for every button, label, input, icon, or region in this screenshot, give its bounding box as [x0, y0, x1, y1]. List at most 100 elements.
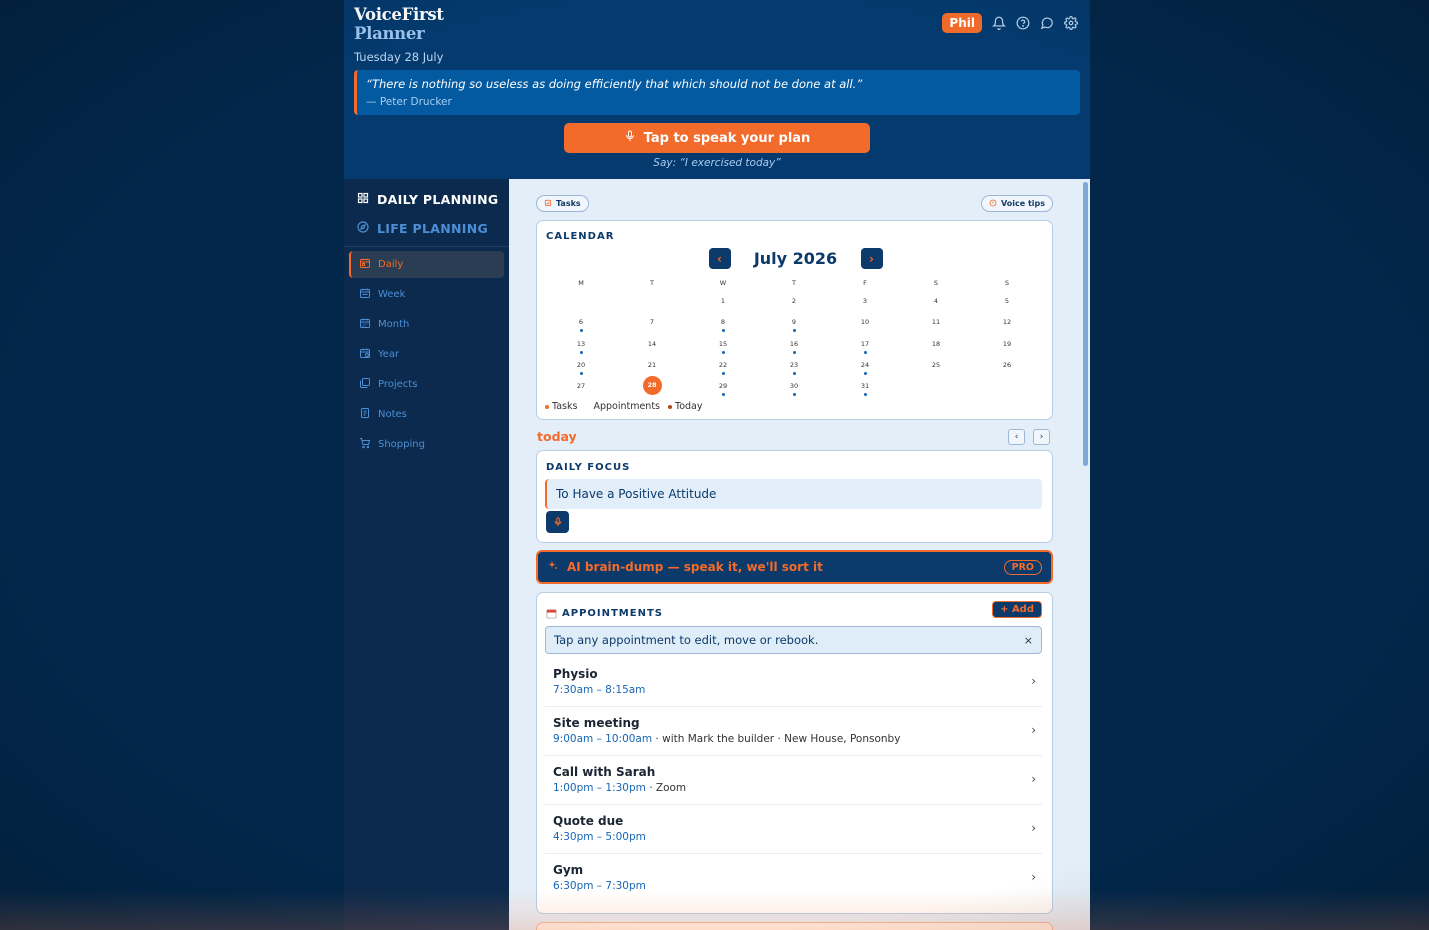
calendar-day[interactable]: 14 [642, 338, 662, 358]
tasks-pill-label: Tasks [556, 199, 581, 208]
help-icon[interactable] [1014, 14, 1032, 32]
appointment-row[interactable]: Physio 7:30am – 8:15am › [545, 658, 1042, 707]
dismiss-tip-button[interactable]: × [1024, 634, 1033, 647]
calendar-day[interactable]: 23 [784, 359, 804, 379]
calendar-day[interactable]: 18 [926, 338, 946, 358]
prev-month-button[interactable]: ‹ [708, 248, 731, 269]
weekday-label: S [933, 279, 939, 287]
calendar-day[interactable]: 2 [784, 295, 804, 315]
prev-day-button[interactable]: ‹ [1008, 429, 1025, 445]
appointment-time: 1:00pm – 1:30pm [553, 782, 646, 794]
calendar-legend: Tasks Appointments Today [545, 401, 703, 412]
appointment-row[interactable]: Site meeting 9:00am – 10:00am · with Mar… [545, 707, 1042, 756]
focus-mic-button[interactable] [546, 511, 569, 533]
sidebar-item-label: Month [378, 319, 410, 330]
calendar-month-icon [359, 317, 371, 332]
calendar-day[interactable]: 31 [855, 380, 875, 400]
next-month-button[interactable]: › [860, 248, 883, 269]
sidebar-divider [344, 246, 509, 247]
gear-icon[interactable] [1062, 14, 1080, 32]
calendar-day[interactable]: 30 [784, 380, 804, 400]
calendar-day[interactable]: 26 [997, 359, 1017, 379]
chevron-right-icon: › [1031, 674, 1036, 688]
calendar-day[interactable]: 24 [855, 359, 875, 379]
appointment-title: Site meeting [553, 716, 640, 730]
sidebar-item-shopping[interactable]: Shopping [349, 431, 504, 458]
calendar-day[interactable]: 19 [997, 338, 1017, 358]
weekday-label: F [863, 279, 867, 287]
scrollbar[interactable] [1083, 182, 1088, 466]
appointment-dot [792, 393, 796, 397]
sidebar-item-week[interactable]: Week [349, 281, 504, 308]
calendar-day[interactable]: 5 [997, 295, 1017, 315]
appointment-time: 4:30pm – 5:00pm [553, 831, 646, 843]
voice-tips-pill[interactable]: Voice tips [981, 195, 1053, 212]
calendar-day[interactable]: 7 [642, 316, 662, 336]
calendar-day[interactable]: 27 [571, 380, 591, 400]
brand-line-1: VoiceFirst [354, 5, 444, 24]
appointment-dot [792, 371, 796, 375]
bell-icon[interactable] [990, 14, 1008, 32]
legend-tasks: Tasks [545, 401, 577, 412]
appointment-dot [579, 371, 583, 375]
calendar-day[interactable]: 8 [713, 316, 733, 336]
section-label: LIFE PLANNING [377, 221, 489, 236]
chat-icon[interactable] [1038, 14, 1056, 32]
calendar-day-today[interactable]: 28 [642, 376, 662, 400]
appointment-meta: 9:00am – 10:00am · with Mark the builder… [553, 733, 1034, 745]
brain-dump-label: AI brain-dump — speak it, we'll sort it [567, 560, 823, 574]
sidebar-item-daily[interactable]: Daily [349, 251, 504, 278]
appointment-dot [792, 329, 796, 333]
weekday-label: M [578, 279, 584, 287]
calendar-day[interactable]: 10 [855, 316, 875, 336]
next-day-button[interactable]: › [1033, 429, 1050, 445]
daily-focus-field[interactable]: To Have a Positive Attitude [545, 479, 1042, 509]
calendar-day[interactable]: 20 [571, 359, 591, 379]
section-daily-planning[interactable]: DAILY PLANNING [357, 192, 498, 207]
appointment-dot [579, 350, 583, 354]
calendar-day[interactable]: 4 [926, 295, 946, 315]
quote-author: — Peter Drucker [366, 96, 452, 108]
calendar-day[interactable]: 11 [926, 316, 946, 336]
sidebar-item-projects[interactable]: Projects [349, 371, 504, 398]
appointment-dot [721, 350, 725, 354]
today-row: today ‹ › [537, 429, 1053, 447]
calendar-day[interactable]: 29 [713, 380, 733, 400]
folders-icon [359, 377, 371, 392]
daily-focus-card: DAILY FOCUS To Have a Positive Attitude [536, 450, 1053, 543]
calendar-day[interactable]: 6 [571, 316, 591, 336]
appointment-row[interactable]: Gym 6:30pm – 7:30pm › [545, 854, 1042, 903]
calendar-day[interactable]: 16 [784, 338, 804, 358]
calendar-day[interactable]: 22 [713, 359, 733, 379]
ai-brain-dump-button[interactable]: AI brain-dump — speak it, we'll sort it … [536, 550, 1053, 584]
appointment-dot [579, 329, 583, 333]
today-label: today [537, 429, 577, 444]
grid-icon [357, 192, 369, 207]
calendar-day[interactable]: 1 [713, 295, 733, 315]
sidebar-item-year[interactable]: Year [349, 341, 504, 368]
calendar-day[interactable]: 17 [855, 338, 875, 358]
appointment-meta: 7:30am – 8:15am [553, 684, 1034, 696]
tasks-pill[interactable]: Tasks [536, 195, 589, 212]
calendar-day[interactable]: 15 [713, 338, 733, 358]
calendar-day[interactable]: 25 [926, 359, 946, 379]
appointments-header: APPOINTMENTS [546, 604, 663, 623]
sidebar-item-notes[interactable]: Notes [349, 401, 504, 428]
appointments-title: APPOINTMENTS [562, 608, 663, 619]
appointment-row[interactable]: Call with Sarah 1:00pm – 1:30pm · Zoom › [545, 756, 1042, 805]
appointment-row[interactable]: Quote due 4:30pm – 5:00pm › [545, 805, 1042, 854]
user-badge[interactable]: Phil [942, 13, 982, 33]
add-appointment-button[interactable]: + Add [992, 601, 1042, 618]
legend-today: Today [668, 401, 703, 412]
section-life-planning[interactable]: LIFE PLANNING [357, 221, 488, 236]
appointment-time: 9:00am – 10:00am [553, 733, 653, 745]
calendar-day[interactable]: 9 [784, 316, 804, 336]
speak-plan-button[interactable]: Tap to speak your plan [564, 123, 870, 153]
appointment-dot [863, 350, 867, 354]
calendar-day[interactable]: 12 [997, 316, 1017, 336]
calendar-nav: ‹ July 2026 › [537, 248, 1054, 269]
calendar-day[interactable]: 3 [855, 295, 875, 315]
checklist-icon [544, 199, 552, 209]
calendar-day[interactable]: 13 [571, 338, 591, 358]
sidebar-item-month[interactable]: Month [349, 311, 504, 338]
